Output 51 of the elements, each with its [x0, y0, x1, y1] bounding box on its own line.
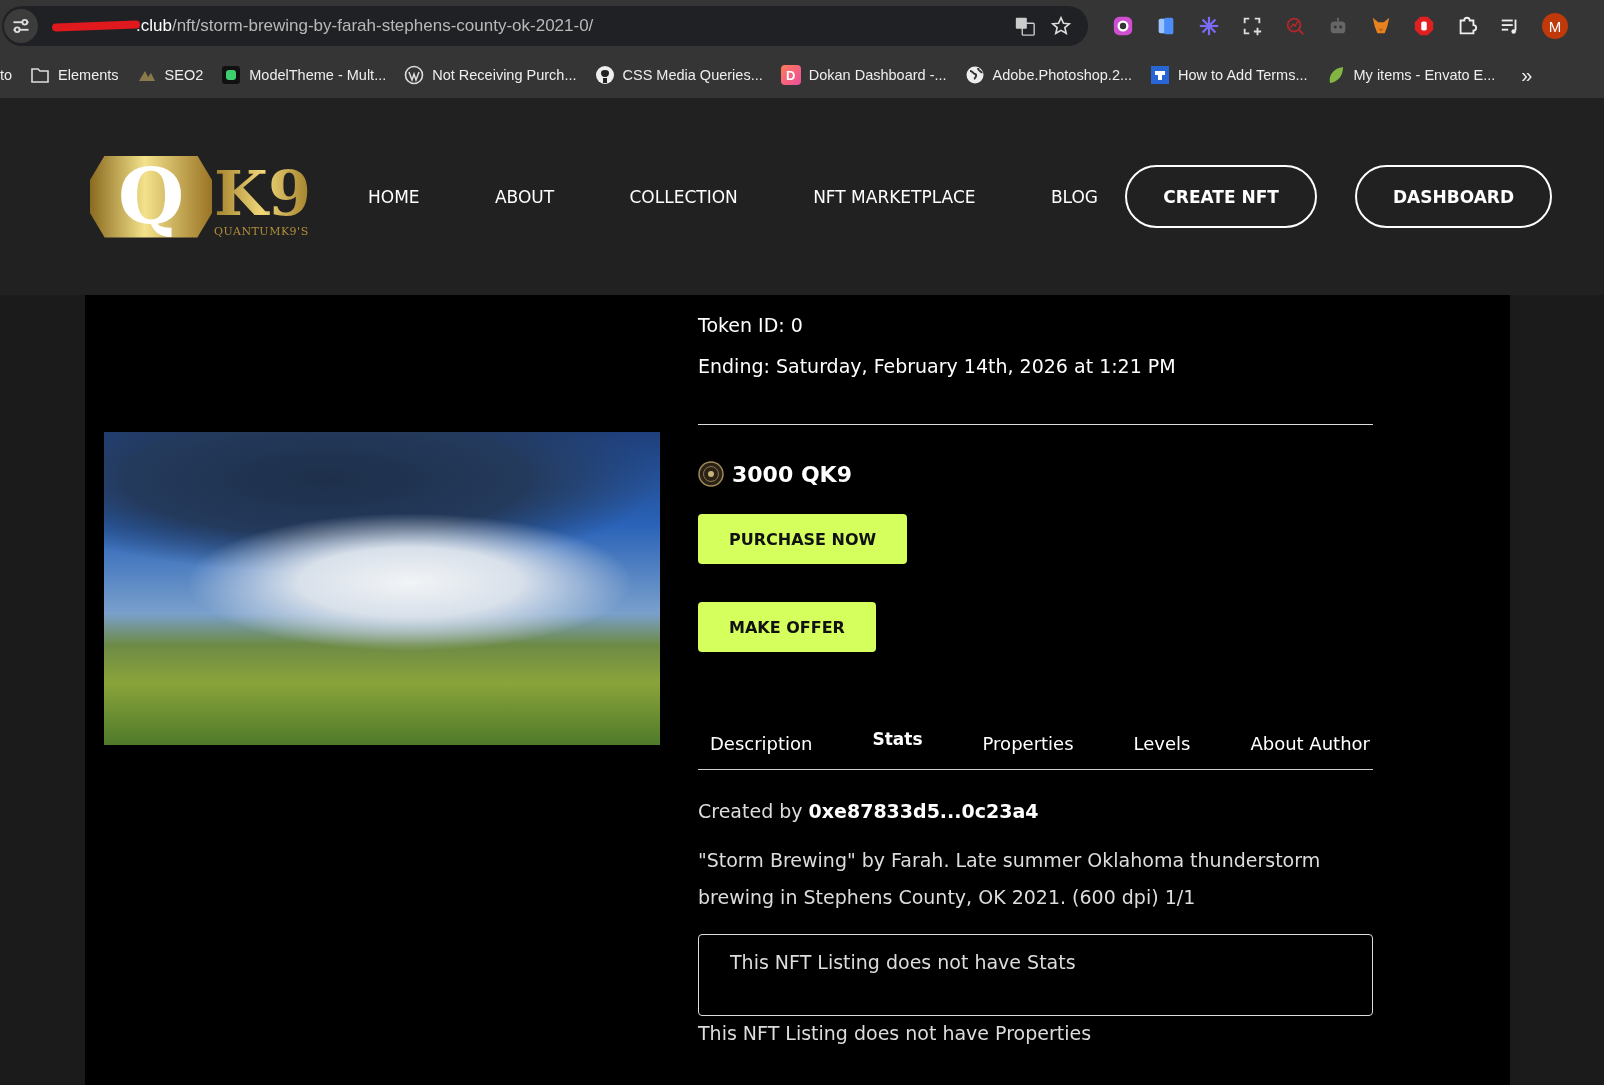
url-domain: .club	[136, 16, 172, 36]
app-icon	[221, 65, 242, 85]
camera-lens-icon[interactable]	[1112, 15, 1134, 37]
tab[interactable]: Stats	[872, 729, 923, 749]
tab[interactable]: About Author	[1250, 733, 1370, 754]
action-button[interactable]: MAKE OFFER	[698, 602, 876, 652]
price: 3000 QK9	[732, 461, 852, 487]
app-icon	[1150, 65, 1171, 85]
nav-link[interactable]: BLOG	[1050, 186, 1098, 207]
creator-line: Created by 0xe87833d5...0c23a4	[698, 800, 1040, 822]
auction-end-date: Ending: Saturday, February 14th, 2026 at 1:21 PM	[698, 354, 1177, 379]
address-bar[interactable]: .club/nft/storm-brewing-by-farah-stephens-county-ok-2021-0/	[2, 6, 1088, 46]
folder-icon	[30, 65, 51, 85]
stats-message: This NFT Listing does not have Stats	[730, 951, 1076, 973]
bookmark[interactable]: Not Receiving Purch...	[404, 65, 577, 85]
header-button[interactable]: CREATE NFT	[1125, 165, 1317, 228]
nav-link[interactable]: HOME	[368, 186, 420, 207]
bookmark[interactable]: SEO2	[136, 65, 204, 85]
header-button[interactable]: DASHBOARD	[1354, 165, 1552, 228]
translate-icon[interactable]	[1014, 15, 1036, 37]
profile-avatar[interactable]: M	[1542, 13, 1568, 39]
action-button[interactable]: PURCHASE NOW	[698, 514, 908, 564]
coin-icon	[698, 461, 724, 487]
more-bookmarks-button[interactable]: »	[1521, 63, 1533, 87]
bookmark[interactable]: How to Add Terms...	[1150, 65, 1308, 85]
url-path: /nft/storm-brewing-by-farah-stephens-county-ok-2021-0/	[171, 16, 594, 36]
asterisk-icon[interactable]	[1198, 15, 1220, 37]
wordpress-icon	[404, 65, 425, 85]
bookmark[interactable]: Adobe.Photoshop.2...	[964, 65, 1133, 85]
tab[interactable]: Properties	[982, 733, 1074, 754]
nav-link[interactable]: COLLECTION	[629, 186, 738, 207]
bookmark[interactable]: Elements	[30, 65, 119, 85]
tab[interactable]: Description	[710, 733, 813, 754]
bookmark[interactable]: ModelTheme - Mult...	[221, 65, 387, 85]
globe-icon	[964, 65, 985, 85]
bookmark[interactable]: My items - Envato E...	[1325, 65, 1496, 85]
nav-link[interactable]: NFT MARKETPLACE	[813, 186, 976, 207]
crop-add-icon[interactable]	[1241, 15, 1263, 37]
star-icon[interactable]	[1050, 15, 1072, 37]
tab[interactable]: Levels	[1133, 733, 1191, 754]
nav-link[interactable]: ABOUT	[494, 186, 555, 207]
description: "Storm Brewing" by Farah. Late summer Oklahoma thunderstorm brewing in Stephens County, OK 2021. (600 dpi) 1/1	[698, 848, 1322, 910]
bookmark[interactable]: to	[0, 67, 13, 83]
bookmark[interactable]: CSS Media Queries...	[594, 65, 763, 85]
site-settings-icon[interactable]	[4, 9, 38, 43]
stop-hand-icon[interactable]	[1413, 15, 1435, 37]
bookmark-favicon: D	[780, 65, 801, 85]
token-id: Token ID: 0	[698, 313, 804, 338]
bookmark[interactable]: D Dokan Dashboard -...	[780, 65, 947, 85]
properties-message: This NFT Listing does not have Properties	[698, 1022, 1093, 1044]
site-logo[interactable]: Q K9 QUANTUMK9'S	[90, 155, 340, 238]
